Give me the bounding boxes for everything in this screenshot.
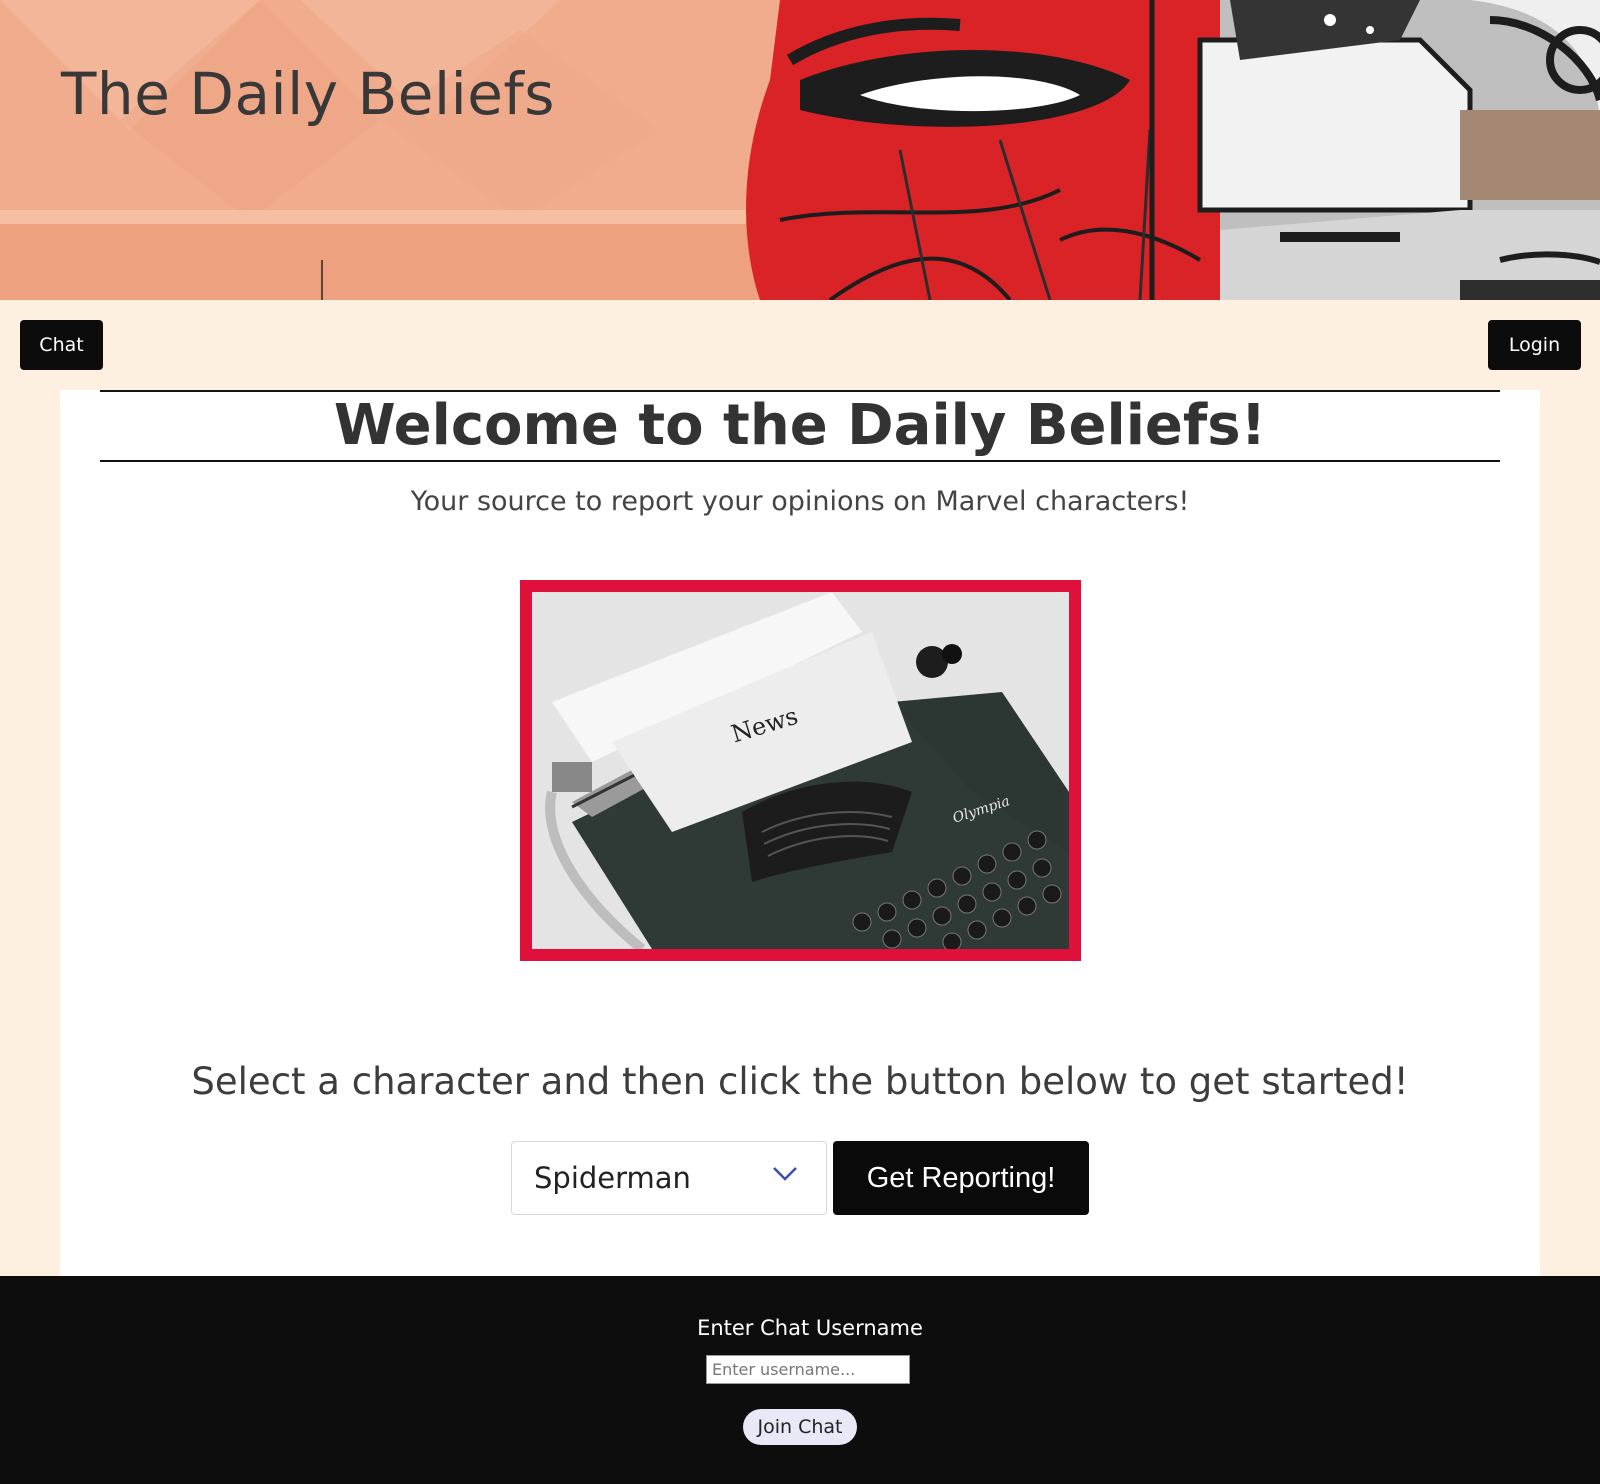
chat-footer: Enter Chat Username Join Chat xyxy=(0,1276,1600,1484)
welcome-heading: Welcome to the Daily Beliefs! xyxy=(333,393,1267,458)
chevron-down-icon xyxy=(773,1167,797,1181)
get-reporting-button[interactable]: Get Reporting! xyxy=(833,1141,1089,1215)
typewriter-image: News Olympia xyxy=(532,592,1069,949)
character-select-value: Spiderman xyxy=(534,1161,691,1195)
main-card: Welcome to the Daily Beliefs! Your sourc… xyxy=(60,390,1540,1276)
username-input[interactable] xyxy=(706,1355,910,1384)
typewriter-image-frame: News Olympia xyxy=(520,580,1081,961)
chat-button[interactable]: Chat xyxy=(20,320,103,370)
hero-graffiti-image xyxy=(0,0,1600,300)
character-select[interactable]: Spiderman xyxy=(511,1141,827,1215)
join-chat-button[interactable]: Join Chat xyxy=(743,1409,857,1445)
hero-banner: The Daily Beliefs xyxy=(0,0,1600,300)
site-title: The Daily Beliefs xyxy=(61,60,556,128)
tagline: Your source to report your opinions on M… xyxy=(410,486,1190,517)
login-button[interactable]: Login xyxy=(1488,320,1581,370)
chat-username-label: Enter Chat Username xyxy=(697,1316,923,1340)
heading-rule-bottom xyxy=(100,460,1500,462)
instruction-text: Select a character and then click the bu… xyxy=(191,1060,1409,1103)
